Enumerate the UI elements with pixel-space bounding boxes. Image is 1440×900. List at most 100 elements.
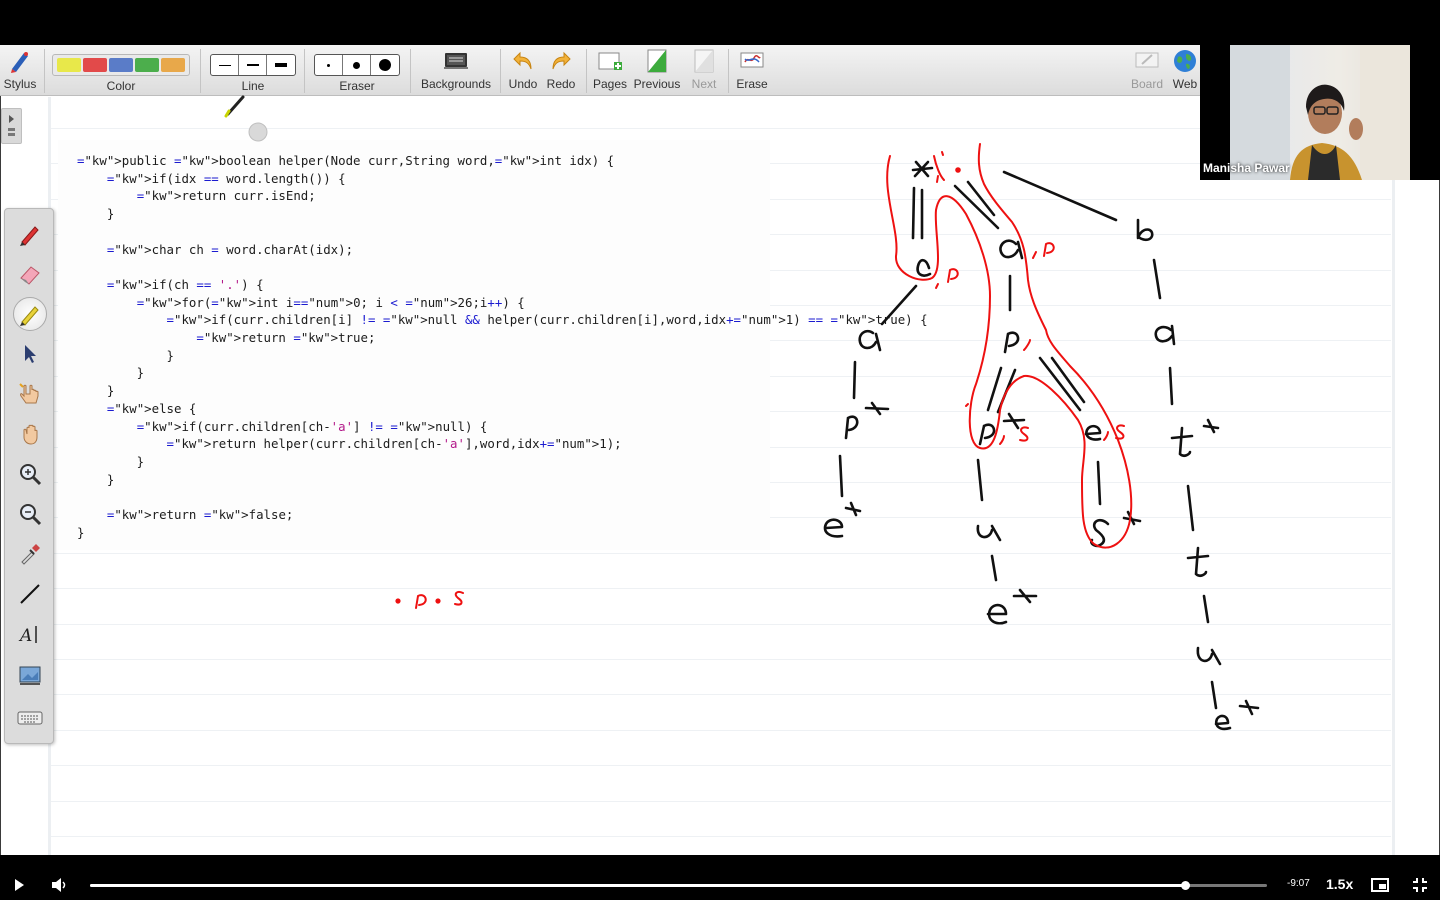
toolbar-divider — [586, 49, 587, 93]
progress-bar[interactable] — [90, 881, 1267, 890]
code-line: ="kw">else { — [106, 400, 197, 416]
webcam-feed — [1230, 45, 1410, 180]
board-button[interactable]: Board — [1128, 45, 1166, 96]
color-swatch[interactable] — [135, 58, 159, 72]
eyedropper-icon[interactable] — [13, 537, 47, 571]
sidebar-collapse-handle[interactable] — [1, 108, 22, 144]
ruled-line — [51, 800, 1391, 802]
select-arrow-icon[interactable] — [13, 337, 47, 371]
color-swatch[interactable] — [109, 58, 133, 72]
zoom-in-icon[interactable] — [13, 457, 47, 491]
backgrounds-label: Backgrounds — [420, 77, 492, 91]
screen: ="kw">public ="kw">boolean helper(Node c… — [0, 0, 1440, 900]
code-line: } — [77, 347, 174, 363]
volume-icon[interactable] — [51, 877, 69, 898]
code-line: ="kw">for(="kw">int i=="num">0; i < ="nu… — [136, 294, 525, 310]
undo-button[interactable]: Undo — [505, 45, 541, 96]
line-width-options[interactable] — [210, 54, 296, 76]
next-page-button[interactable]: Next — [686, 45, 722, 96]
stylus-label: Stylus — [3, 77, 37, 91]
undo-icon — [511, 45, 535, 77]
previous-page-button[interactable]: Previous — [632, 45, 682, 96]
eraser-tool-icon[interactable] — [13, 257, 47, 291]
toolbar-divider — [200, 49, 201, 93]
eraser-small-option[interactable] — [315, 55, 343, 75]
code-line: ="kw">return ="kw">false; — [106, 507, 294, 523]
color-swatch[interactable] — [161, 58, 185, 72]
picture-in-picture-icon[interactable] — [1371, 878, 1389, 897]
color-picker[interactable]: Color — [50, 45, 192, 96]
exit-fullscreen-icon[interactable] — [1412, 877, 1428, 898]
line-thick-option[interactable] — [267, 55, 295, 75]
code-line: } — [77, 383, 115, 399]
erase-label: Erase — [736, 77, 768, 91]
board-icon — [1134, 45, 1160, 77]
line-label: Line — [241, 79, 265, 93]
keyboard-icon[interactable] — [13, 701, 47, 735]
line-width-picker[interactable]: Line — [210, 45, 296, 96]
playback-speed-button[interactable]: 1.5x — [1326, 876, 1353, 892]
ruled-line — [51, 552, 1391, 554]
ruled-line — [51, 694, 1391, 696]
toolbar-divider — [44, 49, 45, 93]
previous-label: Previous — [633, 77, 681, 91]
pages-button[interactable]: Pages — [590, 45, 630, 96]
yellow-highlighter-icon[interactable] — [13, 297, 47, 331]
web-button[interactable]: Web — [1170, 45, 1200, 96]
color-swatch[interactable] — [83, 58, 107, 72]
play-icon[interactable] — [12, 878, 26, 897]
web-label: Web — [1172, 77, 1198, 91]
stylus-icon — [7, 45, 33, 77]
line-tool-icon[interactable] — [13, 577, 47, 611]
code-line: ="kw">public ="kw">boolean helper(Node c… — [77, 153, 615, 168]
presenter-webcam: Manisha Pawar — [1200, 45, 1440, 180]
code-line: ="kw">return helper(curr.children[ch-'a'… — [166, 436, 622, 452]
progress-scrubber[interactable] — [1180, 881, 1190, 890]
pan-hand-icon[interactable] — [13, 417, 47, 451]
stylus-button[interactable]: Stylus — [2, 45, 38, 96]
eraser-large-option[interactable] — [371, 55, 399, 75]
next-page-icon — [692, 45, 716, 77]
video-player-controls: -9:07 1.5x — [0, 870, 1440, 900]
toolbar-divider — [728, 49, 729, 93]
svg-text:A: A — [18, 626, 32, 646]
red-pen-icon[interactable] — [13, 217, 47, 251]
code-line: } — [77, 524, 85, 540]
backgrounds-button[interactable]: Backgrounds — [418, 45, 494, 96]
zoom-out-icon[interactable] — [13, 497, 47, 531]
color-swatches[interactable] — [52, 54, 190, 76]
backgrounds-icon — [443, 45, 469, 77]
page-margin-right — [1392, 180, 1395, 855]
color-swatch[interactable] — [57, 58, 81, 72]
erase-icon — [739, 45, 765, 77]
top-toolbar: Stylus Color Line Eraser Backgrounds Und… — [0, 45, 1200, 96]
redo-button[interactable]: Redo — [543, 45, 579, 96]
color-label: Color — [106, 79, 136, 93]
ruled-line — [51, 765, 1391, 767]
code-line: ="kw">if(idx == word.length()) { — [106, 170, 346, 186]
board-label: Board — [1130, 77, 1164, 91]
ruled-line — [51, 128, 1391, 129]
code-line: } — [77, 471, 115, 487]
erase-all-button[interactable]: Erase — [733, 45, 771, 96]
eraser-size-picker[interactable]: Eraser — [314, 45, 400, 96]
pages-label: Pages — [592, 77, 628, 91]
pointer-hand-icon[interactable] — [13, 377, 47, 411]
time-remaining: -9:07 — [1287, 878, 1310, 889]
text-tool-icon[interactable]: A — [13, 617, 47, 651]
eraser-size-options[interactable] — [314, 54, 400, 76]
ruled-line — [51, 659, 1391, 660]
ruled-line — [51, 623, 1391, 625]
eraser-label: Eraser — [339, 79, 375, 93]
ruled-line — [51, 836, 1391, 837]
eraser-medium-option[interactable] — [343, 55, 371, 75]
toolbar-divider — [500, 49, 501, 93]
line-thin-option[interactable] — [211, 55, 239, 75]
toolbar-divider — [410, 49, 411, 93]
ruled-line — [51, 588, 1391, 590]
line-medium-option[interactable] — [239, 55, 267, 75]
screen-capture-icon[interactable] — [13, 659, 47, 693]
